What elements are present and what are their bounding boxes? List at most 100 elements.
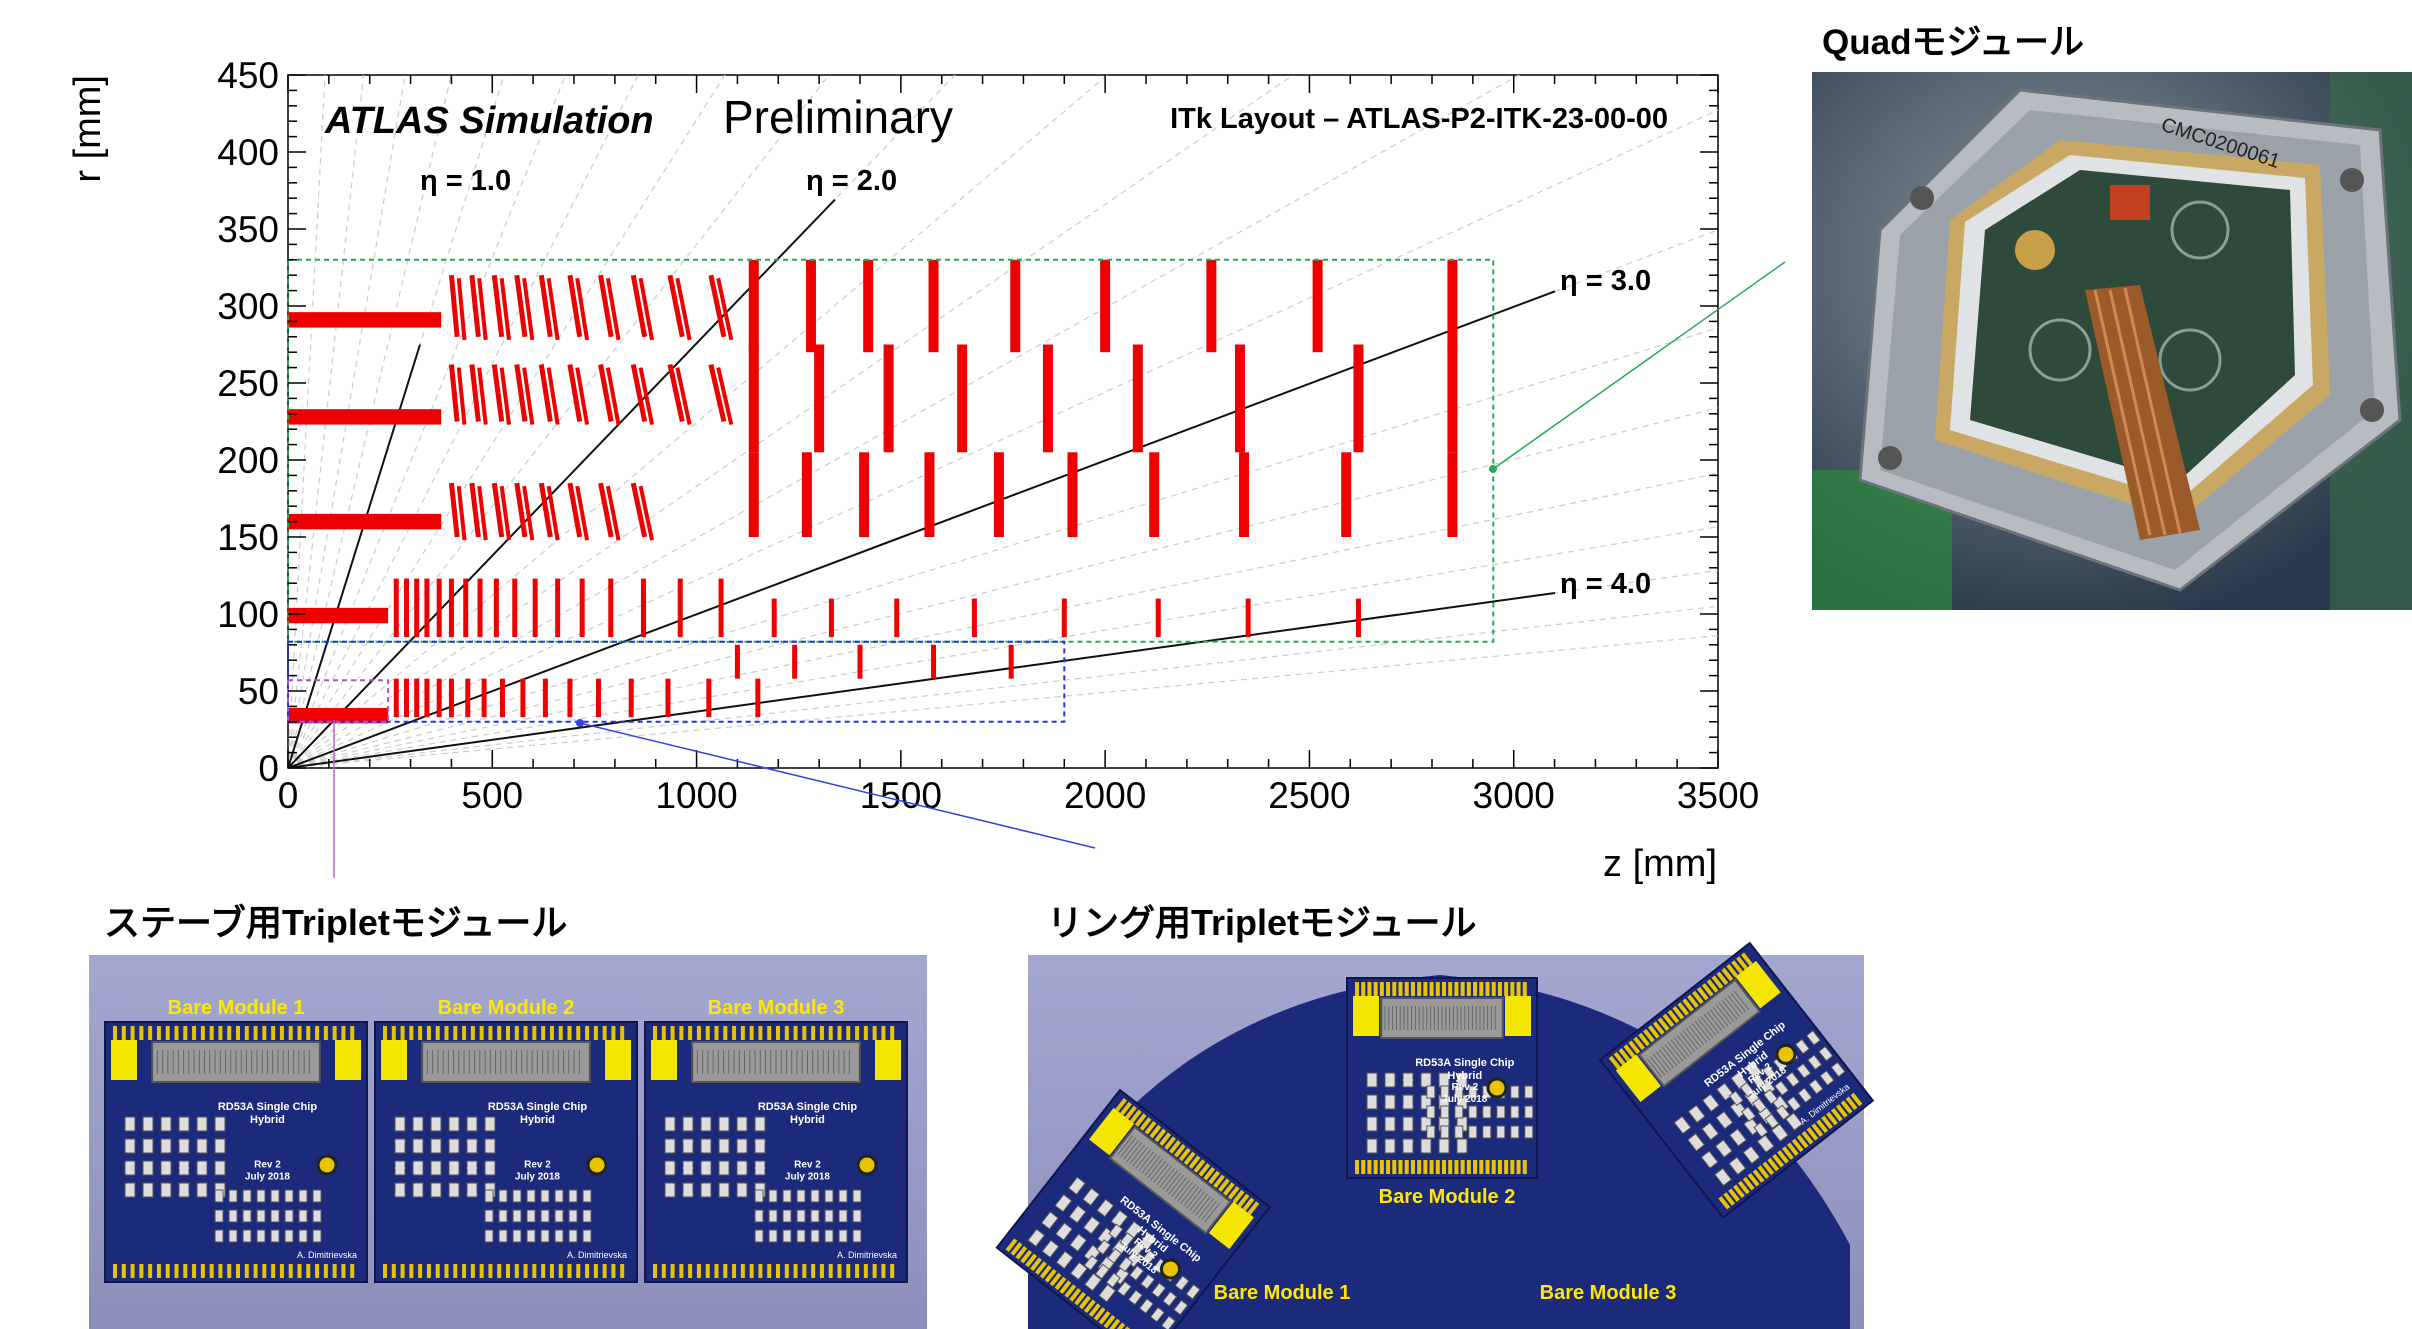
smd-component [142,1182,154,1198]
smd-component [824,1189,834,1203]
gold-pad [620,1026,625,1040]
smd-component [124,1160,136,1176]
gold-pad [1392,982,1397,996]
smd-component [228,1229,238,1243]
smd-component [466,1138,478,1154]
smd-component [312,1209,322,1223]
smd-component [1440,1105,1450,1119]
gold-pad [1386,982,1391,996]
smd-component [498,1229,508,1243]
gold-pad [1485,1160,1490,1174]
smd-component [554,1189,564,1203]
inner-ring [894,598,900,638]
barrel-layer [288,607,389,624]
stave-board-2: RD53A Single ChipHybrid Rev 2July 2018 A. … [374,997,638,1283]
plot-area: 0 500 1000 1500 2000 2500 3000 3500 0 50 100 150 200… [67,55,1759,885]
gold-pad [890,1264,895,1278]
gold-pad [811,1026,816,1040]
inner-ring [755,678,761,718]
smd-component [782,1189,792,1203]
gold-pad [148,1264,153,1278]
smd-component [412,1182,424,1198]
gold-pad [1398,982,1403,996]
gold-pad [670,1026,675,1040]
gold-pad [784,1026,789,1040]
smd-component [682,1116,694,1132]
gold-pad [620,1264,625,1278]
gold-pad [749,1026,754,1040]
smd-component [796,1229,806,1243]
inner-ring [1155,598,1161,638]
smd-component [1384,1094,1396,1110]
smd-component [484,1116,496,1132]
gold-pad [506,1026,510,1040]
smd-component [568,1189,578,1203]
smd-component [214,1116,226,1132]
gold-pad [514,1264,519,1278]
smd-component [1420,1072,1432,1088]
inner-ring [567,678,573,718]
endcap-ring [859,452,870,537]
gold-pad [872,1264,877,1278]
endcap-ring [805,259,816,353]
smd-component [1496,1105,1506,1119]
smd-component [160,1138,172,1154]
connector-ring-dot [576,719,584,727]
endcap-ring [814,344,825,453]
gold-pad [453,1026,458,1040]
mount-hole [586,1154,608,1176]
chip-title: RD53A Single Chip [758,1101,857,1113]
smd-component [270,1209,280,1223]
smd-component [568,1229,578,1243]
inner-ring [393,578,399,638]
smd-component [540,1229,550,1243]
gold-pad [192,1264,197,1278]
gold-pad [400,1026,405,1040]
smd-component [178,1160,190,1176]
smd-component [1454,1105,1464,1119]
smd-component [466,1182,478,1198]
gold-pad [209,1264,214,1278]
gold-pad [653,1026,657,1040]
endcap-ring [928,259,939,353]
gold-pad [558,1264,563,1278]
smd-component [1366,1094,1378,1110]
ring-bare-label-3: Bare Module 3 [1540,1282,1677,1304]
inner-ring [640,578,646,638]
gold-pad [1355,982,1359,996]
gold-pad [209,1026,214,1040]
gold-pad [837,1026,842,1040]
corner-pad [381,1040,407,1080]
chip-subtitle: Hybrid [250,1114,285,1126]
y-tick-label: 150 [217,517,279,558]
gold-pad [148,1026,153,1040]
x-tick-label: 2500 [1268,775,1350,816]
gold-pad [828,1264,833,1278]
gold-pad [661,1264,666,1278]
smd-component [214,1138,226,1154]
endcap-ring [1234,344,1245,453]
gold-pad [479,1026,484,1040]
y-tick-label: 0 [258,748,279,789]
x-tick-label: 500 [461,775,523,816]
gold-pad [523,1264,528,1278]
plot-title-bold: ATLAS Simulation [324,100,654,142]
gold-pad [758,1264,763,1278]
smd-component [448,1182,460,1198]
x-tick-label: 2000 [1064,775,1146,816]
smd-component [1384,1138,1396,1154]
gold-pad [453,1264,458,1278]
corner-pad [335,1040,361,1080]
smd-component [526,1189,536,1203]
gold-pad [315,1264,320,1278]
gold-pad [1516,982,1521,996]
inner-ring [596,678,602,718]
gold-pad [236,1026,240,1040]
inner-ring [436,578,442,638]
gold-pad [306,1264,311,1278]
smd-component [284,1229,294,1243]
inner-ring [706,678,712,718]
smd-component [1468,1125,1478,1139]
gold-pad [585,1026,590,1040]
gold-pad [279,1026,284,1040]
